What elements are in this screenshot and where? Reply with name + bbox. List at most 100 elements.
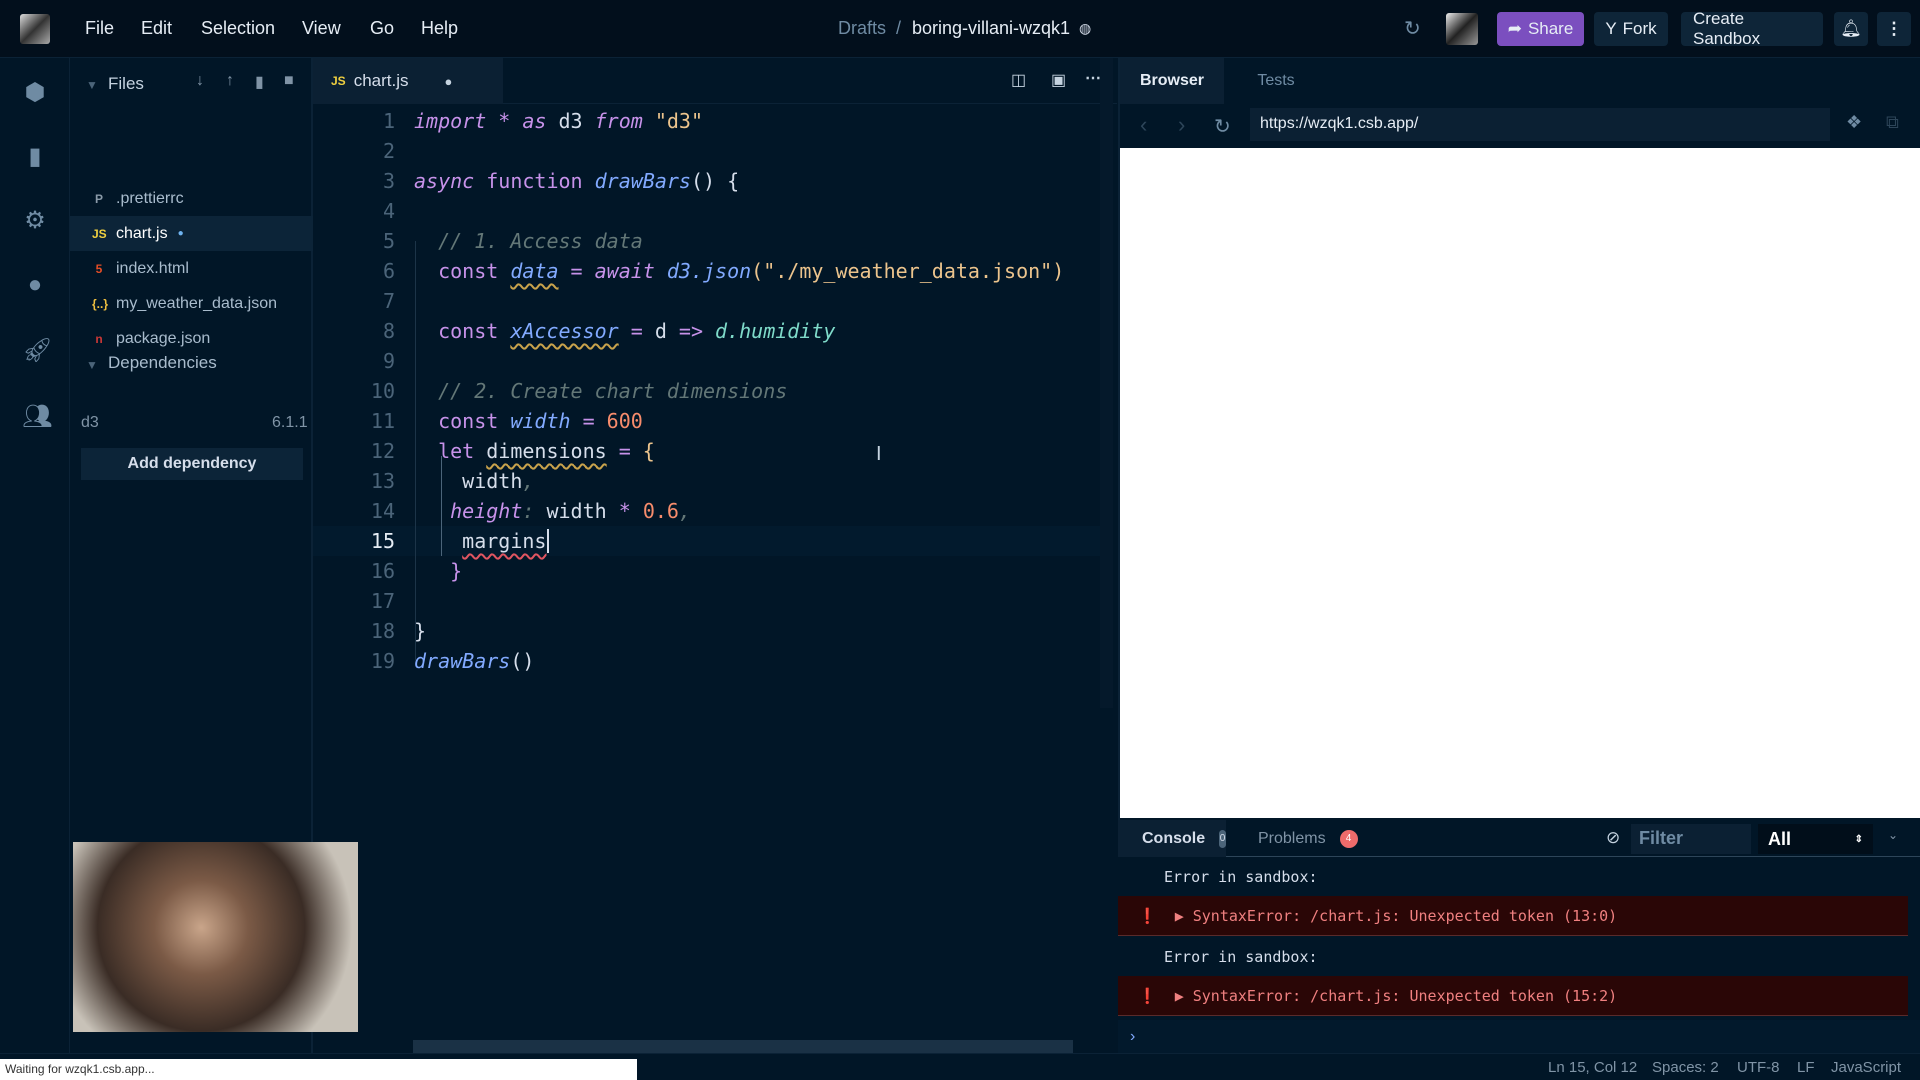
sandbox-name[interactable]: boring-villani-wzqk1 xyxy=(912,18,1070,39)
open-new-window-icon[interactable]: ⧉ xyxy=(1886,112,1899,133)
cube-icon[interactable]: ⬢ xyxy=(22,80,48,106)
console-error[interactable]: ❗ ▶ SyntaxError: /chart.js: Unexpected to… xyxy=(1118,976,1908,1016)
add-dependency-button[interactable]: Add dependency xyxy=(81,448,303,480)
file-item[interactable]: 5 index.html xyxy=(70,251,313,286)
rocket-icon[interactable]: 🚀︎ xyxy=(22,338,52,364)
line-ending[interactable]: LF xyxy=(1797,1059,1815,1076)
log-level-select[interactable]: All ⇕ xyxy=(1758,824,1873,854)
code-area[interactable]: 1 import * as d3 from "d3" 2 3 async functio… xyxy=(313,106,1117,1006)
console-error[interactable]: ❗ ▶ SyntaxError: /chart.js: Unexpected to… xyxy=(1118,896,1908,936)
code-token: = xyxy=(558,259,595,283)
new-file-icon[interactable]: ▮ xyxy=(255,72,264,92)
more-actions-icon[interactable]: ⋯ xyxy=(1085,68,1101,88)
dependency-name[interactable]: d3 xyxy=(81,414,99,432)
problems-label: Problems xyxy=(1258,829,1326,847)
code-line[interactable]: 2 xyxy=(313,136,1103,166)
menu-file[interactable]: File xyxy=(85,18,114,39)
code-line[interactable]: 11 const width = 600 xyxy=(313,406,1103,436)
file-item[interactable]: P .prettierrc xyxy=(70,181,313,216)
code-line[interactable]: 9 xyxy=(313,346,1103,376)
menu-go[interactable]: Go xyxy=(370,18,394,39)
code-line[interactable]: 18} xyxy=(313,616,1103,646)
tab-console[interactable]: Console 0 xyxy=(1118,820,1226,857)
new-folder-icon[interactable]: ■ xyxy=(284,72,294,90)
code-line[interactable]: 5 // 1. Access data xyxy=(313,226,1103,256)
globe-icon: ◍ xyxy=(1079,20,1092,36)
file-item[interactable]: {..} my_weather_data.json xyxy=(70,286,313,321)
devtools-icon[interactable]: ❖ xyxy=(1846,112,1862,133)
code-editor[interactable]: JS chart.js ● ◫ ▣ ⋯ 1 import * as d3 from… xyxy=(313,58,1117,1053)
file-name: package.json xyxy=(116,329,211,347)
collapse-arrow-icon[interactable]: ▼ xyxy=(86,78,98,92)
file-item[interactable]: JS chart.js ● xyxy=(70,216,313,251)
reload-icon[interactable]: ↻ xyxy=(1214,114,1231,139)
avatar[interactable] xyxy=(1446,13,1478,45)
share-button[interactable]: ➦ Share xyxy=(1497,12,1584,46)
line-number: 13 xyxy=(370,469,395,493)
encoding[interactable]: UTF-8 xyxy=(1737,1059,1780,1076)
code-line[interactable]: 14 height: width * 0.6, xyxy=(313,496,1103,526)
dependencies-header[interactable]: Dependencies xyxy=(108,353,217,373)
menu-selection[interactable]: Selection xyxy=(201,18,275,39)
notifications-bell-icon[interactable]: 🔔︎ xyxy=(1834,12,1868,46)
indentation[interactable]: Spaces: 2 xyxy=(1652,1059,1719,1076)
back-icon[interactable]: ‹ xyxy=(1140,112,1147,138)
url-input[interactable]: https://wzqk1.csb.app/ xyxy=(1250,108,1830,141)
code-line[interactable]: 8 const xAccessor = d => d.humidity xyxy=(313,316,1103,346)
language-mode[interactable]: JavaScript xyxy=(1831,1059,1901,1076)
file-type-icon: n xyxy=(95,331,103,346)
split-view-icon[interactable]: ◫ xyxy=(1011,70,1026,90)
files-header[interactable]: Files xyxy=(108,74,144,94)
users-icon[interactable]: 👥︎ xyxy=(22,404,52,430)
collapse-arrow-icon[interactable]: ▼ xyxy=(86,358,98,372)
more-menu-icon[interactable]: ⋮ xyxy=(1877,12,1911,46)
editor-scrollbar[interactable] xyxy=(1100,58,1113,708)
fork-label: Fork xyxy=(1622,19,1657,38)
download-icon[interactable]: ↓ xyxy=(196,72,204,90)
fork-button[interactable]: Y Fork xyxy=(1594,12,1668,46)
tab-tests[interactable]: Tests xyxy=(1224,58,1328,104)
code-line[interactable]: 1 import * as d3 from "d3" xyxy=(313,106,1103,136)
refresh-icon[interactable]: ↻ xyxy=(1404,16,1421,41)
indent-guide xyxy=(415,241,416,661)
menu-edit[interactable]: Edit xyxy=(141,18,172,39)
code-line[interactable]: 7 xyxy=(313,286,1103,316)
unsaved-dot-icon: ● xyxy=(444,73,453,89)
code-line[interactable]: 4 xyxy=(313,196,1103,226)
tab-browser[interactable]: Browser xyxy=(1120,58,1224,104)
cursor-position[interactable]: Ln 15, Col 12 xyxy=(1548,1059,1637,1076)
console-input[interactable]: › xyxy=(1118,1020,1920,1053)
horizontal-scrollbar[interactable] xyxy=(413,1040,1073,1053)
forward-icon[interactable]: › xyxy=(1178,112,1185,138)
file-item[interactable]: n package.json xyxy=(70,321,313,356)
github-icon[interactable]: ● xyxy=(22,272,48,298)
dependency-version: 6.1.1 xyxy=(272,414,308,431)
create-sandbox-button[interactable]: Create Sandbox xyxy=(1681,9,1823,48)
code-line[interactable]: 12 let dimensions = { xyxy=(313,436,1103,466)
file-name: my_weather_data.json xyxy=(116,294,277,312)
browser-viewport[interactable] xyxy=(1120,148,1920,818)
codesandbox-logo[interactable] xyxy=(20,14,50,44)
menu-view[interactable]: View xyxy=(302,18,341,39)
code-line[interactable]: 19 drawBars() xyxy=(313,646,1103,676)
preview-window-icon[interactable]: ▣ xyxy=(1051,70,1066,90)
code-token: d3 xyxy=(546,109,595,133)
code-line[interactable]: 10 // 2. Create chart dimensions xyxy=(313,376,1103,406)
code-line[interactable]: 16 } xyxy=(313,556,1103,586)
code-line[interactable]: 15 margins xyxy=(313,526,1103,556)
collapse-console-icon[interactable]: ⌄ xyxy=(1888,828,1898,842)
menu-help[interactable]: Help xyxy=(421,18,458,39)
code-line[interactable]: 13 width, xyxy=(313,466,1103,496)
breadcrumb-drafts[interactable]: Drafts xyxy=(838,18,886,39)
code-line[interactable]: 6 const data = await d3.json("./my_weath… xyxy=(313,256,1103,286)
upload-icon[interactable]: ↑ xyxy=(226,72,234,90)
tab-chart-js[interactable]: JS chart.js ● xyxy=(313,58,503,104)
code-line[interactable]: 17 xyxy=(313,586,1103,616)
filter-input[interactable]: Filter xyxy=(1631,824,1751,854)
gear-icon[interactable]: ⚙ xyxy=(22,208,48,234)
tab-problems[interactable]: Problems 4 xyxy=(1258,820,1358,857)
file-icon[interactable]: ▮ xyxy=(22,144,48,170)
code-line[interactable]: 3 async function drawBars() { xyxy=(313,166,1103,196)
clear-console-icon[interactable]: ⊘ xyxy=(1606,828,1620,848)
code-token: , xyxy=(678,499,691,523)
